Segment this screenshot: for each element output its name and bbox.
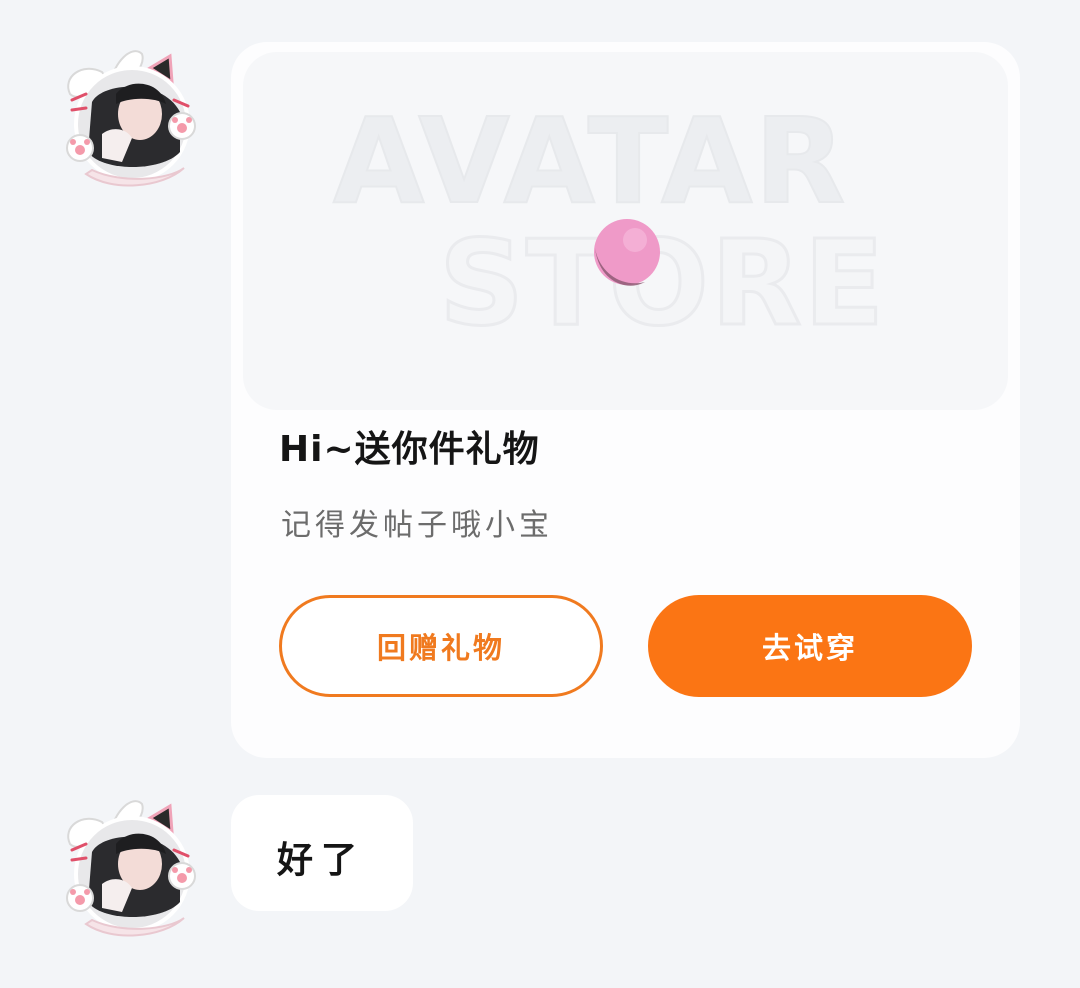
gift-title: Hi~送你件礼物 <box>279 429 540 470</box>
sender-avatar[interactable] <box>62 42 202 192</box>
avatar-cat-ears-icon <box>66 800 196 937</box>
text-message-bubble[interactable]: 好了 <box>231 795 413 911</box>
banner-line1: AVATAR <box>333 92 847 230</box>
return-gift-button[interactable]: 回赠礼物 <box>279 595 603 697</box>
avatar-store-banner-graphic: AVATAR STORE <box>332 91 886 354</box>
message-text: 好了 <box>277 840 366 881</box>
try-on-button[interactable]: 去试穿 <box>648 595 972 697</box>
gift-subtitle: 记得发帖子哦小宝 <box>281 508 553 543</box>
gift-card[interactable]: AVATAR STORE Hi~送你件礼物 记得发帖子哦小宝 回赠礼物 去试穿 <box>231 42 1020 758</box>
sender-avatar[interactable] <box>62 792 202 942</box>
avatar-cat-ears-icon <box>66 50 196 187</box>
avatar-store-banner: AVATAR STORE <box>243 52 1008 410</box>
banner-line2: STORE <box>439 214 886 352</box>
